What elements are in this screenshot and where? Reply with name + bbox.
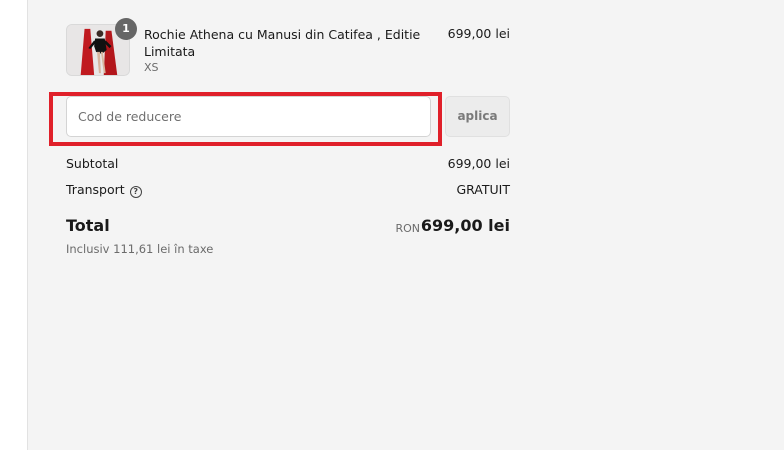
subtotal-value: 699,00 lei — [447, 156, 510, 171]
product-name: Rochie Athena cu Manusi din Catifea , Ed… — [144, 27, 421, 59]
apply-discount-button[interactable]: aplica — [445, 96, 510, 137]
tax-note: Inclusiv 111,61 lei în taxe — [66, 242, 214, 256]
shipping-label-group: Transport? — [66, 182, 142, 198]
total-row: Total RON 699,00 lei — [66, 216, 510, 240]
shipping-value: GRATUIT — [456, 182, 510, 197]
total-amount: 699,00 lei — [420, 216, 510, 235]
product-variant: XS — [144, 61, 159, 74]
shipping-label: Transport — [66, 182, 125, 197]
quantity-badge: 1 — [115, 18, 137, 40]
total-currency: RON — [395, 222, 420, 235]
discount-code-input[interactable] — [66, 96, 431, 137]
subtotal-row: Subtotal 699,00 lei — [66, 156, 510, 174]
subtotal-label: Subtotal — [66, 156, 119, 171]
total-label: Total — [66, 216, 110, 235]
left-pane — [0, 0, 27, 450]
shipping-row: Transport? GRATUIT — [66, 182, 510, 200]
question-circle-icon[interactable]: ? — [129, 186, 142, 198]
product-line-item: 1 Rochie Athena cu Manusi din Catifea , … — [66, 18, 510, 78]
product-price: 699,00 lei — [447, 26, 510, 41]
